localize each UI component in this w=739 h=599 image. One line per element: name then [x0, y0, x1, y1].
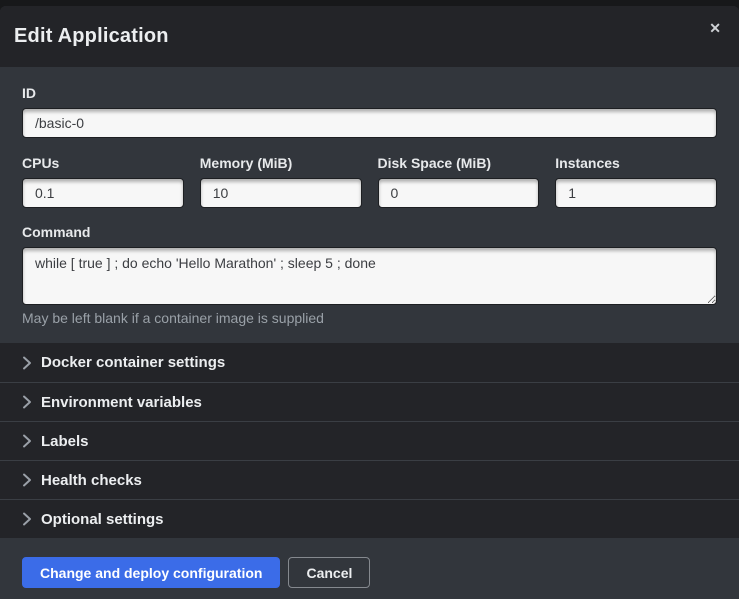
disk-space-input[interactable]	[378, 178, 540, 208]
collapsible-sections: Docker container settings Environment va…	[0, 343, 739, 538]
section-label: Optional settings	[41, 511, 164, 528]
chevron-right-icon	[22, 356, 32, 370]
chevron-right-icon	[22, 512, 32, 526]
id-label: ID	[22, 85, 717, 101]
disk-space-field-group: Disk Space (MiB)	[378, 155, 540, 208]
section-optional-settings[interactable]: Optional settings	[0, 499, 739, 538]
section-label: Health checks	[41, 472, 142, 489]
application-form: ID CPUs Memory (MiB) Disk Space (MiB) In	[0, 67, 739, 343]
cancel-button[interactable]: Cancel	[288, 557, 370, 588]
section-environment-variables[interactable]: Environment variables	[0, 382, 739, 421]
modal-backdrop: Edit Application ✕ ID CPUs Memory (MiB) …	[0, 0, 739, 599]
chevron-right-icon	[22, 434, 32, 448]
disk-space-label: Disk Space (MiB)	[378, 155, 540, 171]
section-docker-container-settings[interactable]: Docker container settings	[0, 343, 739, 382]
memory-field-group: Memory (MiB)	[200, 155, 362, 208]
section-label: Docker container settings	[41, 354, 225, 371]
modal-header: Edit Application ✕	[0, 6, 739, 67]
instances-input[interactable]	[555, 178, 717, 208]
section-health-checks[interactable]: Health checks	[0, 460, 739, 499]
close-icon[interactable]: ✕	[705, 17, 725, 39]
instances-label: Instances	[555, 155, 717, 171]
memory-input[interactable]	[200, 178, 362, 208]
change-and-deploy-button[interactable]: Change and deploy configuration	[22, 557, 280, 588]
modal-title: Edit Application	[14, 25, 169, 48]
instances-field-group: Instances	[555, 155, 717, 208]
cpus-field-group: CPUs	[22, 155, 184, 208]
chevron-right-icon	[22, 395, 32, 409]
id-input[interactable]	[22, 108, 717, 138]
section-label: Labels	[41, 433, 89, 450]
command-field-group: Command while [ true ] ; do echo 'Hello …	[22, 224, 717, 326]
command-input[interactable]: while [ true ] ; do echo 'Hello Marathon…	[22, 247, 717, 305]
resource-fields-row: CPUs Memory (MiB) Disk Space (MiB) Insta…	[22, 155, 717, 208]
memory-label: Memory (MiB)	[200, 155, 362, 171]
modal-footer: Change and deploy configuration Cancel	[0, 538, 739, 599]
cpus-label: CPUs	[22, 155, 184, 171]
id-field-group: ID	[22, 85, 717, 138]
command-help-text: May be left blank if a container image i…	[22, 310, 717, 326]
edit-application-modal: Edit Application ✕ ID CPUs Memory (MiB) …	[0, 6, 739, 599]
command-label: Command	[22, 224, 717, 240]
section-label: Environment variables	[41, 394, 202, 411]
chevron-right-icon	[22, 473, 32, 487]
section-labels[interactable]: Labels	[0, 421, 739, 460]
cpus-input[interactable]	[22, 178, 184, 208]
